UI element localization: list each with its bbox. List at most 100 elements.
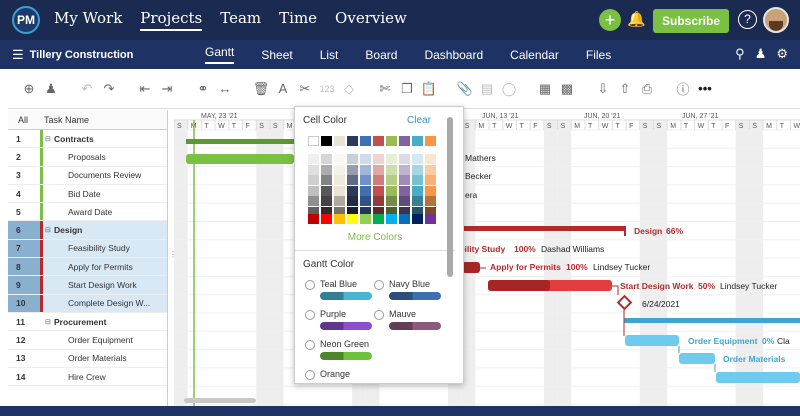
color-swatch[interactable]	[321, 185, 332, 196]
hamburger-icon[interactable]: ☰	[12, 47, 24, 63]
color-swatch[interactable]	[334, 136, 345, 146]
color-swatch[interactable]	[308, 136, 319, 146]
comment-icon[interactable]: ◯	[498, 81, 520, 97]
note-icon[interactable]: ▤	[476, 81, 498, 97]
color-swatch[interactable]	[347, 136, 358, 146]
color-swatch[interactable]	[386, 185, 397, 196]
color-swatch[interactable]	[334, 196, 345, 206]
horizontal-scrollbar[interactable]	[184, 398, 256, 403]
gantt-color-label[interactable]: Purple	[320, 309, 346, 319]
copy-icon[interactable]: ❐	[396, 81, 418, 97]
grid-icon[interactable]: ▩	[556, 81, 578, 97]
color-swatch[interactable]	[334, 154, 345, 164]
color-swatch[interactable]	[308, 175, 319, 185]
table-row[interactable]: 3 Documents Review	[8, 166, 167, 185]
table-row[interactable]: 5 Award Date	[8, 203, 167, 222]
paste-icon[interactable]: 📋	[418, 81, 440, 97]
color-swatch[interactable]	[321, 154, 332, 164]
table-row[interactable]: 14 Hire Crew	[8, 367, 167, 387]
color-swatch[interactable]	[347, 196, 358, 206]
table-row[interactable]: 9 Start Design Work	[8, 276, 167, 295]
subscribe-button[interactable]: Subscribe	[653, 9, 729, 33]
color-swatch[interactable]	[399, 154, 410, 164]
font-icon[interactable]: A	[272, 81, 294, 96]
task-name-cell[interactable]: ⊟ Contracts	[40, 130, 167, 148]
color-swatch[interactable]	[399, 164, 410, 175]
task-name-cell[interactable]: Order Materials	[40, 349, 167, 367]
link-icon[interactable]: ⚭	[192, 81, 214, 97]
color-swatch[interactable]	[425, 214, 436, 224]
color-swatch[interactable]	[334, 185, 345, 196]
color-swatch[interactable]	[308, 185, 319, 196]
color-swatch[interactable]	[412, 214, 423, 224]
color-swatch[interactable]	[373, 214, 384, 224]
add-icon[interactable]: +	[599, 9, 621, 31]
gantt-color-preview[interactable]	[320, 352, 372, 360]
table-row[interactable]: 8 Apply for Permits	[8, 258, 167, 277]
gantt-color-radio[interactable]	[305, 280, 315, 290]
table-row[interactable]: 1 ⊟ Contracts	[8, 130, 167, 149]
color-swatch[interactable]	[334, 164, 345, 175]
color-swatch[interactable]	[412, 196, 423, 206]
collapse-icon[interactable]: ⊟	[45, 226, 51, 234]
task-name-cell[interactable]: Start Design Work	[40, 276, 167, 294]
table-row[interactable]: 10 Complete Design W...	[8, 294, 167, 313]
gantt-color-radio[interactable]	[305, 370, 315, 380]
nav-team[interactable]: Team	[220, 9, 261, 31]
tab-board[interactable]: Board	[365, 48, 397, 62]
task-name-cell[interactable]: Hire Crew	[40, 367, 167, 386]
task-name-cell[interactable]: Feasibility Study	[40, 239, 167, 258]
table-row[interactable]: 7 Feasibility Study	[8, 239, 167, 259]
color-swatch[interactable]	[347, 154, 358, 164]
collapse-icon[interactable]: ⊟	[45, 318, 51, 326]
assign-user-icon[interactable]: ♟	[40, 81, 62, 97]
color-swatch[interactable]	[399, 175, 410, 185]
color-swatch[interactable]	[386, 136, 397, 146]
color-swatch[interactable]	[399, 136, 410, 146]
table-row[interactable]: 12 Order Equipment	[8, 331, 167, 350]
gantt-color-preview[interactable]	[389, 322, 441, 330]
popup-scrollbar[interactable]	[447, 117, 453, 277]
shape-icon[interactable]: ◇	[338, 81, 360, 97]
export-icon[interactable]: ⇧	[614, 81, 636, 97]
table-row[interactable]: 2 Proposals	[8, 148, 167, 167]
nav-projects[interactable]: Projects	[140, 9, 203, 31]
indent-icon[interactable]: ⇥	[156, 81, 178, 97]
task-name-cell[interactable]: Order Equipment	[40, 331, 167, 349]
color-swatch[interactable]	[360, 196, 371, 206]
color-swatch[interactable]	[360, 136, 371, 146]
color-swatch[interactable]	[425, 164, 436, 175]
gantt-color-preview[interactable]	[320, 322, 372, 330]
task-name-cell[interactable]: ⊟ Design	[40, 221, 167, 239]
gantt-color-label[interactable]: Navy Blue	[389, 279, 430, 289]
table-row[interactable]: 6 ⊟ Design	[8, 221, 167, 240]
collapse-icon[interactable]: ⊟	[45, 135, 51, 143]
color-swatch[interactable]	[334, 214, 345, 224]
task-name-cell[interactable]: Documents Review	[40, 166, 167, 184]
color-swatch[interactable]	[321, 136, 332, 146]
tab-calendar[interactable]: Calendar	[510, 48, 559, 62]
task-name-cell[interactable]: Award Date	[40, 203, 167, 221]
table-row[interactable]: 4 Bid Date	[8, 184, 167, 204]
number-format-icon[interactable]: 123	[316, 84, 338, 94]
color-swatch[interactable]	[386, 175, 397, 185]
gantt-color-label[interactable]: Orange	[320, 369, 350, 379]
color-swatch[interactable]	[360, 185, 371, 196]
nav-time[interactable]: Time	[279, 9, 317, 31]
color-swatch[interactable]	[321, 214, 332, 224]
color-swatch[interactable]	[373, 164, 384, 175]
gantt-color-radio[interactable]	[374, 280, 384, 290]
color-swatch[interactable]	[347, 214, 358, 224]
bell-icon[interactable]: 🔔	[627, 10, 646, 28]
share-users-icon[interactable]: ♟	[755, 46, 767, 62]
color-swatch[interactable]	[321, 164, 332, 175]
color-swatch[interactable]	[373, 196, 384, 206]
color-swatch[interactable]	[399, 185, 410, 196]
color-swatch[interactable]	[386, 196, 397, 206]
color-swatch[interactable]	[308, 214, 319, 224]
redo-icon[interactable]: ↷	[98, 81, 120, 97]
gear-icon[interactable]: ⚙	[776, 46, 788, 62]
gantt-color-label[interactable]: Neon Green	[320, 339, 369, 349]
columns-icon[interactable]: ▦	[534, 81, 556, 97]
color-swatch[interactable]	[321, 175, 332, 185]
